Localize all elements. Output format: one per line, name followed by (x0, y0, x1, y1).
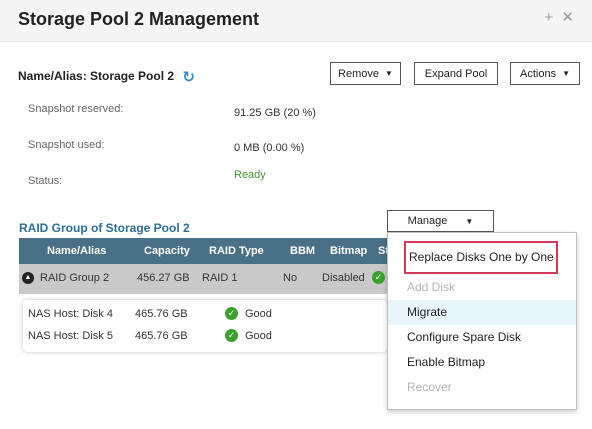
column-header-raid-type[interactable]: RAID Type (209, 245, 264, 257)
disk-name: NAS Host: Disk 4 (28, 308, 113, 320)
collapse-icon[interactable]: ▲ (22, 272, 34, 284)
pool-name-label: Name/Alias: Storage Pool 2 ↻ (18, 68, 195, 86)
raid-group-bitmap: Disabled (322, 272, 365, 284)
menu-item-enable-bitmap[interactable]: Enable Bitmap (388, 350, 576, 375)
raid-table: Name/Alias Capacity RAID Type BBM Bitmap… (19, 238, 389, 352)
column-header-name[interactable]: Name/Alias (47, 245, 106, 257)
manage-dropdown-menu: Replace Disks One by One Add Disk Migrat… (387, 232, 577, 410)
actions-button[interactable]: Actions ▼ (510, 62, 580, 85)
snapshot-reserved-label: Snapshot reserved: (28, 103, 124, 115)
status-label: Status: (28, 175, 63, 187)
manage-button-label: Manage (407, 215, 448, 227)
expand-pool-button-label: Expand Pool (424, 67, 488, 80)
refresh-icon[interactable]: ↻ (182, 68, 195, 86)
menu-item-migrate[interactable]: Migrate (388, 300, 576, 325)
column-header-bbm[interactable]: BBM (290, 245, 315, 257)
window-controls: + ✕ (540, 8, 574, 26)
column-header-capacity[interactable]: Capacity (144, 245, 190, 257)
status-value: Ready (234, 169, 266, 181)
menu-item-replace-disks[interactable]: Replace Disks One by One (404, 241, 558, 274)
plus-icon[interactable]: + (544, 9, 553, 26)
caret-down-icon: ▼ (562, 69, 570, 78)
caret-down-icon: ▼ (465, 216, 474, 226)
remove-button-label: Remove (338, 67, 380, 80)
raid-group-name: RAID Group 2 (40, 272, 110, 284)
menu-item-configure-spare-disk[interactable]: Configure Spare Disk (388, 325, 576, 350)
check-circle-icon: ✓ (372, 271, 385, 284)
actions-button-label: Actions (520, 67, 557, 80)
menu-item-recover: Recover (407, 380, 452, 394)
raid-group-capacity: 456.27 GB (137, 272, 190, 284)
raid-group-type: RAID 1 (202, 272, 238, 284)
disk-status: Good (245, 308, 272, 320)
table-row[interactable]: NAS Host: Disk 5 465.76 GB ✓ Good (23, 326, 387, 348)
disk-capacity: 465.76 GB (135, 308, 188, 320)
close-icon[interactable]: ✕ (561, 8, 574, 26)
table-header: Name/Alias Capacity RAID Type BBM Bitmap… (19, 238, 389, 264)
disk-status: Good (245, 330, 272, 342)
window-title: Storage Pool 2 Management (18, 9, 260, 29)
expand-pool-button[interactable]: Expand Pool (414, 62, 498, 85)
remove-button[interactable]: Remove ▼ (330, 62, 401, 85)
snapshot-used-value: 0 MB (0.00 %) (234, 142, 305, 154)
title-bar: Storage Pool 2 Management + ✕ (0, 0, 592, 42)
check-circle-icon: ✓ (225, 329, 238, 342)
check-circle-icon: ✓ (225, 307, 238, 320)
menu-item-add-disk: Add Disk (407, 280, 456, 294)
table-row[interactable]: NAS Host: Disk 4 465.76 GB ✓ Good (23, 304, 387, 326)
raid-group-bbm: No (283, 272, 298, 284)
snapshot-reserved-value: 91.25 GB (20 %) (234, 107, 316, 119)
column-header-bitmap[interactable]: Bitmap (330, 245, 367, 257)
pool-name-text: Name/Alias: Storage Pool 2 (18, 69, 175, 83)
disk-list-panel: NAS Host: Disk 4 465.76 GB ✓ Good NAS Ho… (23, 300, 387, 352)
raid-section-title: RAID Group of Storage Pool 2 (19, 221, 190, 235)
caret-down-icon: ▼ (385, 69, 393, 78)
disk-name: NAS Host: Disk 5 (28, 330, 113, 342)
raid-group-row[interactable]: ▲ RAID Group 2 456.27 GB RAID 1 No Disab… (19, 264, 387, 294)
manage-button[interactable]: Manage ▼ (387, 210, 494, 232)
disk-capacity: 465.76 GB (135, 330, 188, 342)
snapshot-used-label: Snapshot used: (28, 139, 105, 151)
